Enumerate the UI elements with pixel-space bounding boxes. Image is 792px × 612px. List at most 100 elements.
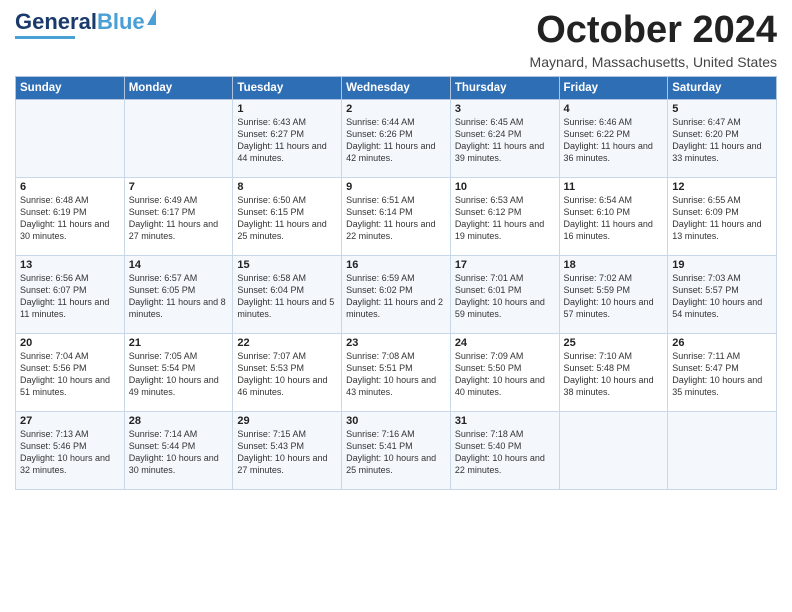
month-title: October 2024 xyxy=(530,10,777,52)
header-saturday: Saturday xyxy=(668,76,777,99)
day-number: 19 xyxy=(672,259,772,271)
table-row: 31Sunrise: 7:18 AM Sunset: 5:40 PM Dayli… xyxy=(450,411,559,489)
header: GeneralBlue October 2024 Maynard, Massac… xyxy=(15,10,777,70)
day-info: Sunrise: 7:02 AM Sunset: 5:59 PM Dayligh… xyxy=(564,272,664,321)
calendar-week-row: 1Sunrise: 6:43 AM Sunset: 6:27 PM Daylig… xyxy=(16,99,777,177)
table-row: 23Sunrise: 7:08 AM Sunset: 5:51 PM Dayli… xyxy=(342,333,451,411)
table-row: 11Sunrise: 6:54 AM Sunset: 6:10 PM Dayli… xyxy=(559,177,668,255)
day-number: 3 xyxy=(455,103,555,115)
day-number: 24 xyxy=(455,337,555,349)
table-row xyxy=(668,411,777,489)
table-row: 4Sunrise: 6:46 AM Sunset: 6:22 PM Daylig… xyxy=(559,99,668,177)
day-info: Sunrise: 7:08 AM Sunset: 5:51 PM Dayligh… xyxy=(346,350,446,399)
day-number: 5 xyxy=(672,103,772,115)
day-number: 13 xyxy=(20,259,120,271)
day-number: 7 xyxy=(129,181,229,193)
table-row: 13Sunrise: 6:56 AM Sunset: 6:07 PM Dayli… xyxy=(16,255,125,333)
table-row: 3Sunrise: 6:45 AM Sunset: 6:24 PM Daylig… xyxy=(450,99,559,177)
table-row: 16Sunrise: 6:59 AM Sunset: 6:02 PM Dayli… xyxy=(342,255,451,333)
day-info: Sunrise: 7:13 AM Sunset: 5:46 PM Dayligh… xyxy=(20,428,120,477)
table-row: 1Sunrise: 6:43 AM Sunset: 6:27 PM Daylig… xyxy=(233,99,342,177)
day-info: Sunrise: 6:51 AM Sunset: 6:14 PM Dayligh… xyxy=(346,194,446,243)
table-row: 21Sunrise: 7:05 AM Sunset: 5:54 PM Dayli… xyxy=(124,333,233,411)
table-row: 14Sunrise: 6:57 AM Sunset: 6:05 PM Dayli… xyxy=(124,255,233,333)
table-row: 19Sunrise: 7:03 AM Sunset: 5:57 PM Dayli… xyxy=(668,255,777,333)
table-row xyxy=(124,99,233,177)
day-info: Sunrise: 6:47 AM Sunset: 6:20 PM Dayligh… xyxy=(672,116,772,165)
day-info: Sunrise: 7:14 AM Sunset: 5:44 PM Dayligh… xyxy=(129,428,229,477)
table-row: 25Sunrise: 7:10 AM Sunset: 5:48 PM Dayli… xyxy=(559,333,668,411)
calendar-week-row: 13Sunrise: 6:56 AM Sunset: 6:07 PM Dayli… xyxy=(16,255,777,333)
header-wednesday: Wednesday xyxy=(342,76,451,99)
calendar-week-row: 27Sunrise: 7:13 AM Sunset: 5:46 PM Dayli… xyxy=(16,411,777,489)
header-tuesday: Tuesday xyxy=(233,76,342,99)
table-row: 12Sunrise: 6:55 AM Sunset: 6:09 PM Dayli… xyxy=(668,177,777,255)
day-number: 11 xyxy=(564,181,664,193)
day-number: 22 xyxy=(237,337,337,349)
table-row: 2Sunrise: 6:44 AM Sunset: 6:26 PM Daylig… xyxy=(342,99,451,177)
header-sunday: Sunday xyxy=(16,76,125,99)
day-info: Sunrise: 7:16 AM Sunset: 5:41 PM Dayligh… xyxy=(346,428,446,477)
day-info: Sunrise: 7:04 AM Sunset: 5:56 PM Dayligh… xyxy=(20,350,120,399)
day-info: Sunrise: 7:01 AM Sunset: 6:01 PM Dayligh… xyxy=(455,272,555,321)
day-number: 4 xyxy=(564,103,664,115)
day-info: Sunrise: 6:53 AM Sunset: 6:12 PM Dayligh… xyxy=(455,194,555,243)
calendar-table: Sunday Monday Tuesday Wednesday Thursday… xyxy=(15,76,777,490)
day-number: 29 xyxy=(237,415,337,427)
table-row: 18Sunrise: 7:02 AM Sunset: 5:59 PM Dayli… xyxy=(559,255,668,333)
table-row: 17Sunrise: 7:01 AM Sunset: 6:01 PM Dayli… xyxy=(450,255,559,333)
day-number: 9 xyxy=(346,181,446,193)
day-info: Sunrise: 6:46 AM Sunset: 6:22 PM Dayligh… xyxy=(564,116,664,165)
table-row: 6Sunrise: 6:48 AM Sunset: 6:19 PM Daylig… xyxy=(16,177,125,255)
table-row: 27Sunrise: 7:13 AM Sunset: 5:46 PM Dayli… xyxy=(16,411,125,489)
table-row: 7Sunrise: 6:49 AM Sunset: 6:17 PM Daylig… xyxy=(124,177,233,255)
day-number: 20 xyxy=(20,337,120,349)
day-info: Sunrise: 6:58 AM Sunset: 6:04 PM Dayligh… xyxy=(237,272,337,321)
table-row: 29Sunrise: 7:15 AM Sunset: 5:43 PM Dayli… xyxy=(233,411,342,489)
table-row: 24Sunrise: 7:09 AM Sunset: 5:50 PM Dayli… xyxy=(450,333,559,411)
logo: GeneralBlue xyxy=(15,10,156,39)
day-info: Sunrise: 6:44 AM Sunset: 6:26 PM Dayligh… xyxy=(346,116,446,165)
day-number: 12 xyxy=(672,181,772,193)
day-number: 25 xyxy=(564,337,664,349)
day-info: Sunrise: 7:11 AM Sunset: 5:47 PM Dayligh… xyxy=(672,350,772,399)
day-info: Sunrise: 7:10 AM Sunset: 5:48 PM Dayligh… xyxy=(564,350,664,399)
day-info: Sunrise: 7:18 AM Sunset: 5:40 PM Dayligh… xyxy=(455,428,555,477)
logo-text: GeneralBlue xyxy=(15,10,145,34)
day-number: 28 xyxy=(129,415,229,427)
table-row xyxy=(559,411,668,489)
day-number: 31 xyxy=(455,415,555,427)
day-number: 27 xyxy=(20,415,120,427)
calendar-week-row: 6Sunrise: 6:48 AM Sunset: 6:19 PM Daylig… xyxy=(16,177,777,255)
day-info: Sunrise: 6:59 AM Sunset: 6:02 PM Dayligh… xyxy=(346,272,446,321)
day-number: 18 xyxy=(564,259,664,271)
logo-triangle-icon xyxy=(147,9,156,25)
table-row: 10Sunrise: 6:53 AM Sunset: 6:12 PM Dayli… xyxy=(450,177,559,255)
day-number: 10 xyxy=(455,181,555,193)
day-info: Sunrise: 6:57 AM Sunset: 6:05 PM Dayligh… xyxy=(129,272,229,321)
calendar-week-row: 20Sunrise: 7:04 AM Sunset: 5:56 PM Dayli… xyxy=(16,333,777,411)
day-number: 15 xyxy=(237,259,337,271)
table-row: 20Sunrise: 7:04 AM Sunset: 5:56 PM Dayli… xyxy=(16,333,125,411)
day-number: 21 xyxy=(129,337,229,349)
day-number: 14 xyxy=(129,259,229,271)
table-row: 9Sunrise: 6:51 AM Sunset: 6:14 PM Daylig… xyxy=(342,177,451,255)
day-info: Sunrise: 6:54 AM Sunset: 6:10 PM Dayligh… xyxy=(564,194,664,243)
day-info: Sunrise: 7:15 AM Sunset: 5:43 PM Dayligh… xyxy=(237,428,337,477)
table-row: 26Sunrise: 7:11 AM Sunset: 5:47 PM Dayli… xyxy=(668,333,777,411)
day-number: 16 xyxy=(346,259,446,271)
day-number: 8 xyxy=(237,181,337,193)
day-info: Sunrise: 6:45 AM Sunset: 6:24 PM Dayligh… xyxy=(455,116,555,165)
table-row: 8Sunrise: 6:50 AM Sunset: 6:15 PM Daylig… xyxy=(233,177,342,255)
day-info: Sunrise: 7:03 AM Sunset: 5:57 PM Dayligh… xyxy=(672,272,772,321)
calendar-page: GeneralBlue October 2024 Maynard, Massac… xyxy=(0,0,792,612)
day-info: Sunrise: 7:07 AM Sunset: 5:53 PM Dayligh… xyxy=(237,350,337,399)
header-monday: Monday xyxy=(124,76,233,99)
logo-underline xyxy=(15,36,75,39)
day-info: Sunrise: 7:05 AM Sunset: 5:54 PM Dayligh… xyxy=(129,350,229,399)
day-info: Sunrise: 6:56 AM Sunset: 6:07 PM Dayligh… xyxy=(20,272,120,321)
day-number: 1 xyxy=(237,103,337,115)
day-number: 23 xyxy=(346,337,446,349)
table-row: 30Sunrise: 7:16 AM Sunset: 5:41 PM Dayli… xyxy=(342,411,451,489)
day-info: Sunrise: 6:50 AM Sunset: 6:15 PM Dayligh… xyxy=(237,194,337,243)
